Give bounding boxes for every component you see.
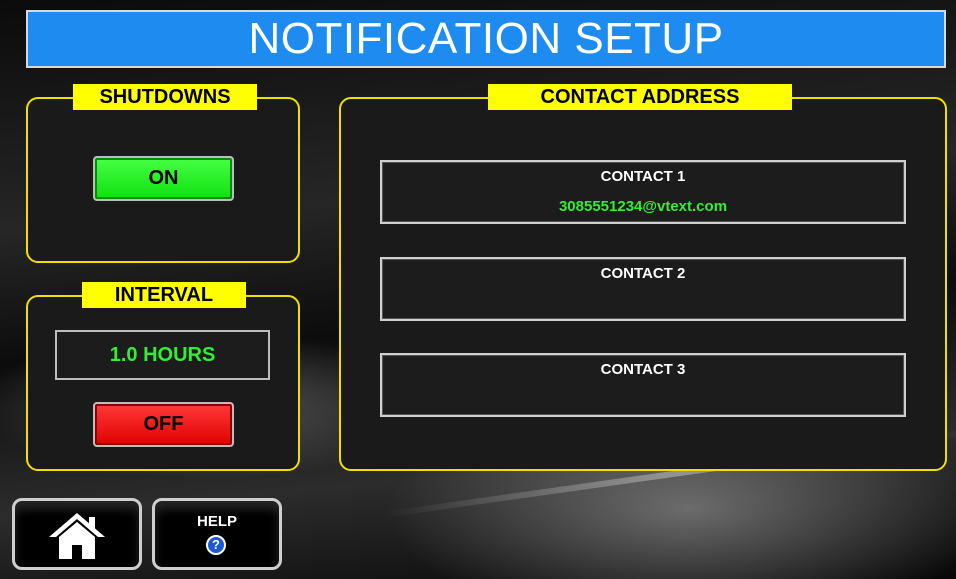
contact-1-value: 3085551234@vtext.com xyxy=(558,198,728,215)
contact-address-label: CONTACT ADDRESS xyxy=(488,84,792,110)
interval-value-field[interactable]: 1.0 HOURS xyxy=(55,330,270,380)
interval-toggle-button[interactable]: OFF xyxy=(93,402,234,447)
contact-2-title: CONTACT 2 xyxy=(600,265,686,282)
shutdowns-toggle-button[interactable]: ON xyxy=(93,156,234,201)
contact-3-field[interactable]: CONTACT 3 xyxy=(380,353,906,417)
help-label: HELP xyxy=(196,513,237,530)
contact-1-field[interactable]: CONTACT 1 3085551234@vtext.com xyxy=(380,160,906,224)
contact-3-title: CONTACT 3 xyxy=(600,361,686,378)
page-title: NOTIFICATION SETUP xyxy=(248,14,724,63)
home-icon xyxy=(49,513,105,559)
question-icon: ? xyxy=(206,535,226,555)
shutdowns-label: SHUTDOWNS xyxy=(73,84,257,110)
contact-1-title: CONTACT 1 xyxy=(600,168,686,185)
help-button[interactable]: HELP ? xyxy=(152,498,282,570)
contact-2-field[interactable]: CONTACT 2 xyxy=(380,257,906,321)
title-bar: NOTIFICATION SETUP xyxy=(26,10,946,68)
home-button[interactable] xyxy=(12,498,142,570)
interval-label: INTERVAL xyxy=(82,282,246,308)
